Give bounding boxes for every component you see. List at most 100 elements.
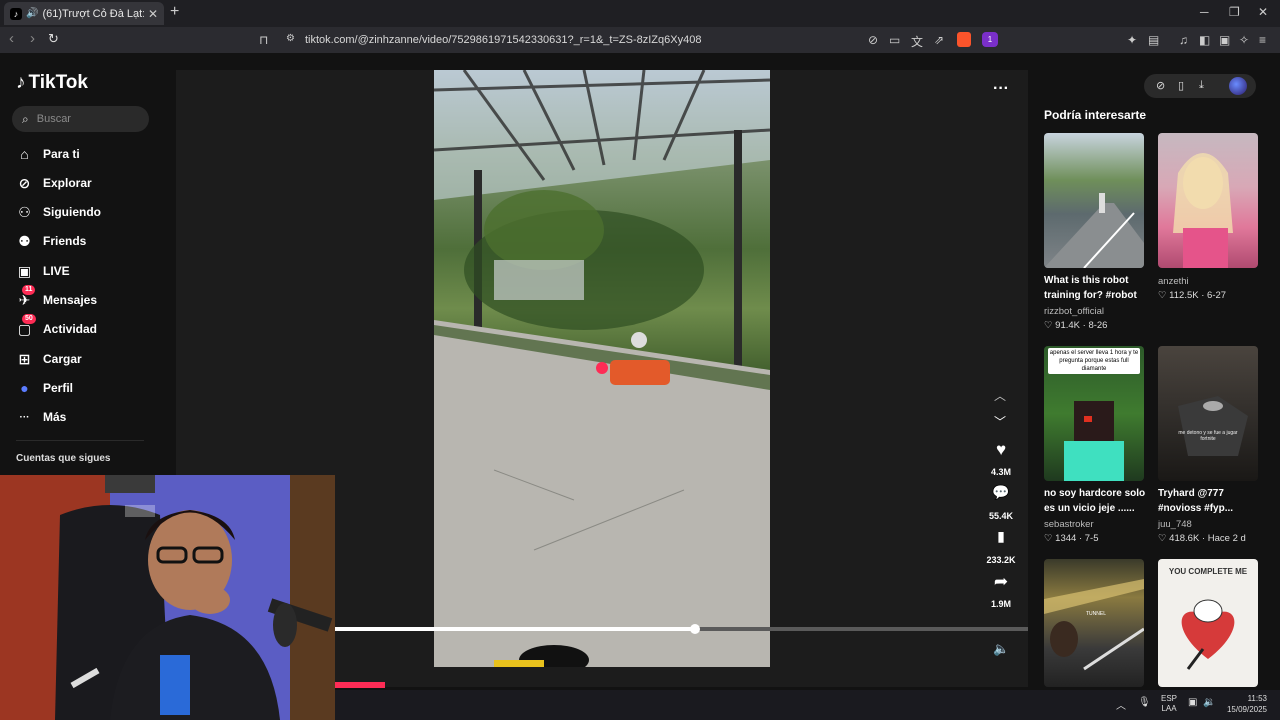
- video-scene: [434, 70, 770, 667]
- heart-outline-icon: ♡: [1158, 290, 1167, 301]
- sound-icon[interactable]: 🔉: [1203, 697, 1215, 708]
- search-input[interactable]: ⌕ Buscar: [12, 106, 149, 132]
- minimize-icon[interactable]: ─: [1200, 5, 1209, 19]
- share-count: 1.9M: [990, 599, 1011, 609]
- coins-icon[interactable]: ⊘: [1156, 79, 1165, 92]
- vpn-icon[interactable]: 1: [982, 32, 998, 47]
- address-bar[interactable]: tiktok.com/@zinhzanne/video/752986197154…: [305, 34, 701, 46]
- music-icon[interactable]: ♫: [1179, 33, 1188, 47]
- more-icon: ···: [19, 411, 30, 423]
- likes-count: 112.5K: [1169, 290, 1199, 301]
- more-options-icon[interactable]: ···: [993, 80, 1009, 98]
- video-thumbnail[interactable]: YOU COMPLETE ME: [1158, 559, 1258, 687]
- video-stats: ♡ 418.6K · Hace 2 d: [1158, 533, 1246, 544]
- speaker-icon[interactable]: 🔊: [26, 8, 38, 19]
- close-window-icon[interactable]: ✕: [1258, 5, 1268, 19]
- live-icon: ▣: [17, 262, 32, 279]
- video-author[interactable]: juu_748: [1158, 519, 1192, 530]
- network-icon[interactable]: ▣: [1188, 697, 1197, 708]
- video-caption[interactable]: no soy hardcore solo es un vicio jeje ..…: [1044, 486, 1154, 516]
- microphone-icon[interactable]: 🎙: [1138, 697, 1151, 708]
- previous-video-icon[interactable]: ︿: [994, 387, 1006, 404]
- video-caption[interactable]: Tryhard @777 #novioss #fyp...: [1158, 486, 1268, 516]
- menu-icon[interactable]: ≡: [1259, 33, 1266, 47]
- sidebar-toggle-icon[interactable]: ◧: [1199, 33, 1210, 47]
- volume-icon[interactable]: 🔈: [993, 641, 1009, 657]
- thumbnail-art: [1064, 401, 1124, 481]
- video-stats: ♡ 1344 · 7-5: [1044, 533, 1099, 544]
- video-stats: ♡ 91.4K · 8-26: [1044, 320, 1108, 331]
- cast-icon[interactable]: ▭: [889, 33, 900, 47]
- maximize-icon[interactable]: ❐: [1229, 5, 1240, 19]
- next-video-icon[interactable]: ﹀: [994, 413, 1006, 430]
- video-frame[interactable]: [434, 70, 770, 667]
- sidebar-item-explorar[interactable]: ⊘ Explorar: [16, 174, 92, 192]
- site-info-icon[interactable]: ⚙: [286, 33, 295, 44]
- share-icon[interactable]: ➦: [990, 572, 1012, 592]
- language-indicator[interactable]: ESP LAA: [1161, 694, 1177, 714]
- reader-icon[interactable]: ⊘: [868, 33, 878, 47]
- thumbnail-overlay-text: TUNNEL: [1086, 611, 1107, 617]
- post-date: Hace 2 d: [1207, 533, 1246, 544]
- sidebar-item-mas[interactable]: ··· Más: [16, 408, 67, 426]
- sidebar-item-siguiendo[interactable]: ⚇ Siguiendo: [16, 203, 101, 221]
- sidebar-item-label: Para ti: [43, 147, 80, 161]
- tiktok-logo[interactable]: ♪ TikTok: [16, 72, 88, 94]
- reload-icon[interactable]: ↻: [48, 31, 59, 47]
- video-thumbnail[interactable]: [1044, 133, 1144, 268]
- avatar[interactable]: [1229, 77, 1247, 95]
- sidebar-item-label: LIVE: [43, 264, 70, 278]
- share-page-icon[interactable]: ⇗: [934, 33, 944, 47]
- extensions-icon[interactable]: ✦: [1127, 33, 1137, 47]
- download-icon[interactable]: ⤓: [1199, 79, 1204, 92]
- sidebar-item-live[interactable]: ▣ LIVE: [16, 262, 70, 280]
- forward-icon[interactable]: ›: [30, 30, 35, 47]
- bookmark-page-icon[interactable]: ⊓: [259, 33, 268, 47]
- sidebar-item-actividad[interactable]: ▢ 50 Actividad: [16, 313, 97, 338]
- friends-icon: ⚉: [18, 232, 31, 249]
- translate-icon[interactable]: 文: [911, 33, 923, 50]
- bookmark-count: 233.2K: [986, 555, 1016, 565]
- sidebar-item-para-ti[interactable]: ⌂ Para ti: [16, 145, 80, 163]
- new-tab-button[interactable]: +: [170, 3, 179, 21]
- following-icon: ⚇: [18, 203, 31, 220]
- video-thumbnail[interactable]: me detono y se fue a jugar fortnite: [1158, 346, 1258, 481]
- sidebar-item-label: Friends: [43, 234, 87, 248]
- sidebar-item-label: Mensajes: [43, 293, 98, 307]
- wallet-icon[interactable]: ▤: [1148, 33, 1159, 47]
- brave-shield-icon[interactable]: [957, 32, 971, 47]
- video-author[interactable]: anzethi: [1158, 276, 1189, 287]
- device-icon[interactable]: ▯: [1178, 79, 1184, 92]
- layout-code: LAA: [1161, 704, 1177, 713]
- heart-outline-icon: ♡: [1044, 533, 1053, 544]
- sidebar-item-perfil[interactable]: ● Perfil: [16, 379, 73, 397]
- sidebar-item-mensajes[interactable]: ✈ 11 Mensajes: [16, 284, 98, 309]
- activity-badge: 50: [22, 313, 36, 324]
- clock[interactable]: 11:53 15/09/2025: [1225, 693, 1267, 715]
- video-author[interactable]: rizzbot_official: [1044, 306, 1104, 317]
- video-thumbnail[interactable]: apenas el server lleva 1 hora y te pregu…: [1044, 346, 1144, 481]
- leo-ai-icon[interactable]: ✧: [1239, 33, 1249, 47]
- video-author[interactable]: sebastroker: [1044, 519, 1094, 530]
- wallet-app-icon[interactable]: ▣: [1219, 33, 1230, 47]
- likes-count: 418.6K: [1169, 533, 1200, 544]
- like-count: 4.3M: [990, 467, 1011, 477]
- bookmark-icon[interactable]: ▮: [990, 528, 1012, 545]
- sidebar-item-label: Siguiendo: [43, 205, 101, 219]
- messages-badge: 11: [22, 284, 36, 295]
- post-date: 7-5: [1084, 533, 1099, 544]
- video-thumbnail[interactable]: TUNNEL: [1044, 559, 1144, 687]
- back-icon[interactable]: ‹: [9, 30, 14, 47]
- messages-icon: ✈ 11: [16, 284, 36, 309]
- sidebar-item-cargar[interactable]: ⊞ Cargar: [16, 350, 82, 368]
- close-tab-icon[interactable]: ✕: [148, 7, 158, 21]
- sidebar-item-friends[interactable]: ⚉ Friends: [16, 232, 86, 250]
- video-thumbnail[interactable]: [1158, 133, 1258, 268]
- browser-tab[interactable]: ♪ 🔊 (61)Trượt Cỏ Đà Lạt: Những k ✕: [4, 2, 164, 25]
- video-caption[interactable]: What is this robot training for? #robot: [1044, 273, 1154, 303]
- heart-icon[interactable]: ♥: [990, 440, 1012, 460]
- comment-icon[interactable]: 💬: [990, 484, 1012, 501]
- language-code: ESP: [1161, 694, 1178, 703]
- tray-chevron-icon[interactable]: ︿: [1116, 697, 1126, 712]
- loading-bar: [335, 682, 385, 688]
